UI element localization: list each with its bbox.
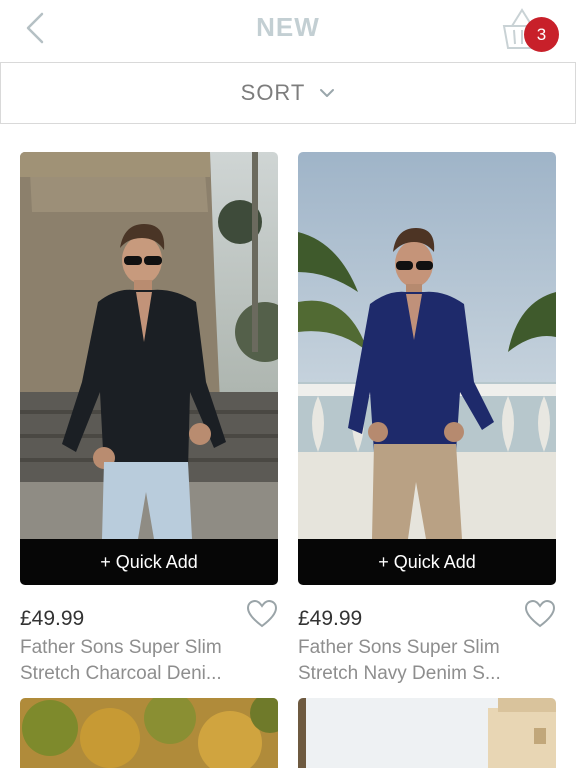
product-photo-foliage xyxy=(20,698,278,768)
sort-button[interactable]: SORT xyxy=(0,62,576,124)
quick-add-button[interactable]: + Quick Add xyxy=(298,539,556,585)
heart-icon[interactable] xyxy=(246,599,278,629)
product-photo-building xyxy=(298,698,556,768)
product-image[interactable] xyxy=(298,152,556,539)
heart-icon[interactable] xyxy=(524,599,556,629)
chevron-down-icon xyxy=(320,89,335,97)
product-price: £49.99 xyxy=(20,607,85,630)
product-card[interactable]: + Quick Add £49.99 Father Sons Super Sli… xyxy=(298,152,556,684)
sort-label: SORT xyxy=(240,80,306,105)
quick-add-button[interactable]: + Quick Add xyxy=(20,539,278,585)
top-bar: NEW 3 xyxy=(0,0,576,60)
product-photo-charcoal-shirt xyxy=(20,152,278,539)
page-title: NEW xyxy=(256,12,320,42)
product-photo-navy-shirt xyxy=(298,152,556,539)
product-image[interactable] xyxy=(20,698,278,768)
product-name-line: Stretch Navy Denim S... xyxy=(298,663,501,684)
product-price: £49.99 xyxy=(298,607,363,630)
product-name[interactable]: Father Sons Super Slim Stretch Charcoal … xyxy=(20,635,278,687)
product-image[interactable] xyxy=(20,152,278,539)
product-name-line: Father Sons Super Slim xyxy=(298,637,500,658)
product-card[interactable]: + Quick Add £49.99 Father Sons Super Sli… xyxy=(20,152,278,684)
product-image[interactable] xyxy=(298,698,556,768)
product-name[interactable]: Father Sons Super Slim Stretch Navy Deni… xyxy=(298,635,556,687)
basket-count-badge[interactable]: 3 xyxy=(524,17,559,52)
product-name-line: Stretch Charcoal Deni... xyxy=(20,663,222,684)
product-name-line: Father Sons Super Slim xyxy=(20,637,222,658)
